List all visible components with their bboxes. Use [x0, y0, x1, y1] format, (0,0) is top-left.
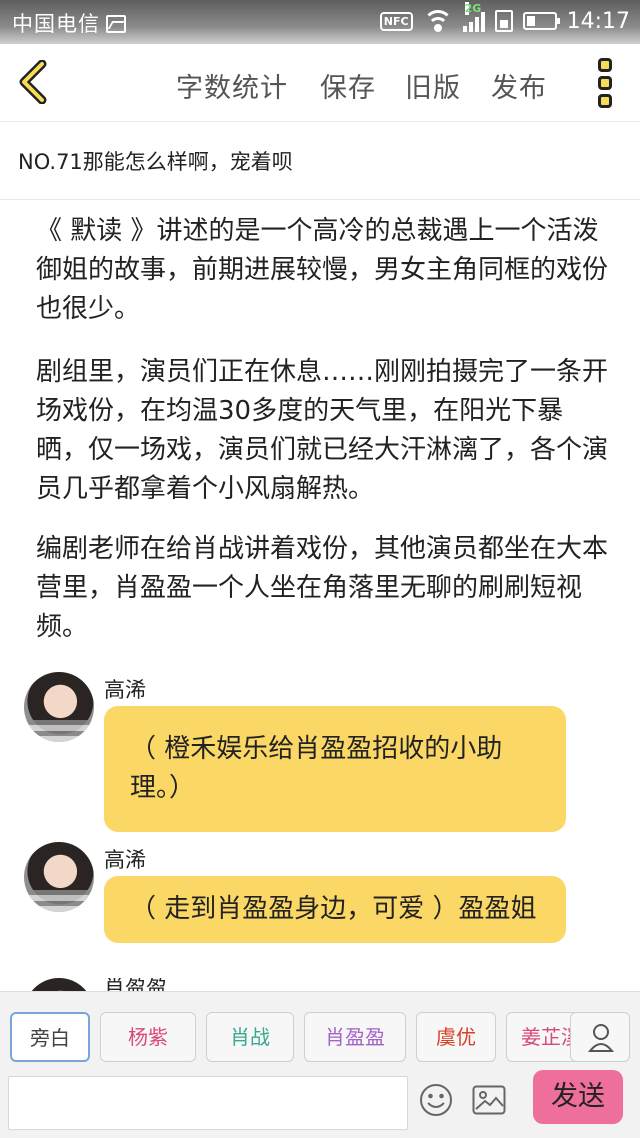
image-icon[interactable] [472, 1085, 506, 1115]
speaker-name: 高浠 [104, 848, 146, 872]
role-xiaoyingying[interactable]: 肖盈盈 [304, 1012, 406, 1062]
publish-button[interactable]: 发布 [491, 66, 547, 105]
sim-icon [494, 10, 513, 32]
role-yuyou[interactable]: 虞优 [416, 1012, 496, 1062]
clock: 14:17 [566, 8, 630, 34]
chapter-title[interactable]: NO.71那能怎么样啊，宠着呗 [0, 122, 640, 200]
role-selector: 旁白 杨紫 肖战 肖盈盈 虞优 姜芷溪 [10, 1012, 596, 1064]
composer-panel: 旁白 杨紫 肖战 肖盈盈 虞优 姜芷溪 发送 [0, 991, 640, 1138]
role-manage-button[interactable] [570, 1012, 630, 1062]
avatar[interactable] [24, 978, 94, 992]
save-button[interactable]: 保存 [320, 66, 376, 105]
narration-paragraph[interactable]: 剧组里，演员们正在休息……刚刚拍摄完了一条开场戏份，在均温30多度的天气里，在阳… [36, 353, 610, 509]
status-bar: 中国电信 NFC 2G 14:17 [0, 0, 640, 44]
word-count-button[interactable]: 字数统计 [176, 66, 288, 105]
image-notification-icon [106, 15, 126, 33]
app-screen: 中国电信 NFC 2G 14:17 字数统计 保存 旧版 发布 NO.71那能怎… [0, 0, 640, 1138]
narration-paragraph[interactable]: 编剧老师在给肖战讲着戏份，其他演员都坐在大本营里，肖盈盈一个人坐在角落里无聊的刷… [36, 530, 610, 647]
carrier-label: 中国电信 [12, 8, 126, 38]
back-button[interactable] [14, 59, 58, 105]
more-icon [598, 58, 612, 72]
carrier-text: 中国电信 [12, 12, 100, 36]
top-toolbar: 字数统计 保存 旧版 发布 [0, 44, 640, 122]
avatar[interactable] [24, 672, 94, 742]
role-xiaozhan[interactable]: 肖战 [206, 1012, 294, 1062]
nfc-icon: NFC [379, 11, 413, 31]
avatar[interactable] [24, 842, 94, 912]
wifi-icon [422, 10, 453, 32]
battery-icon [522, 12, 560, 30]
role-yangzi[interactable]: 杨紫 [100, 1012, 196, 1062]
network-type-label: 2G [464, 2, 482, 15]
more-menu-button[interactable] [594, 58, 616, 110]
speaker-name: 高浠 [104, 678, 146, 702]
role-narrator[interactable]: 旁白 [10, 1012, 90, 1062]
status-indicators: NFC 2G 14:17 [379, 2, 630, 36]
user-icon [587, 1024, 615, 1052]
old-version-button[interactable]: 旧版 [405, 66, 461, 105]
back-icon [19, 59, 47, 105]
narration-paragraph[interactable]: 《 默读 》讲述的是一个高冷的总裁遇上一个活泼御姐的故事，前期进展较慢，男女主角… [36, 212, 610, 329]
signal-icon: 2G [462, 2, 485, 32]
speaker-name: 肖盈盈 [104, 978, 167, 992]
message-bubble[interactable]: （ 走到肖盈盈身边，可爱 ）盈盈姐 [104, 876, 566, 943]
message-bubble[interactable]: （ 橙禾娱乐给肖盈盈招收的小助理。） [104, 706, 566, 832]
message-input[interactable] [8, 1076, 408, 1130]
chat-message: 肖盈盈 [24, 978, 424, 992]
send-button[interactable]: 发送 [533, 1070, 623, 1124]
emoji-icon[interactable] [418, 1082, 454, 1118]
